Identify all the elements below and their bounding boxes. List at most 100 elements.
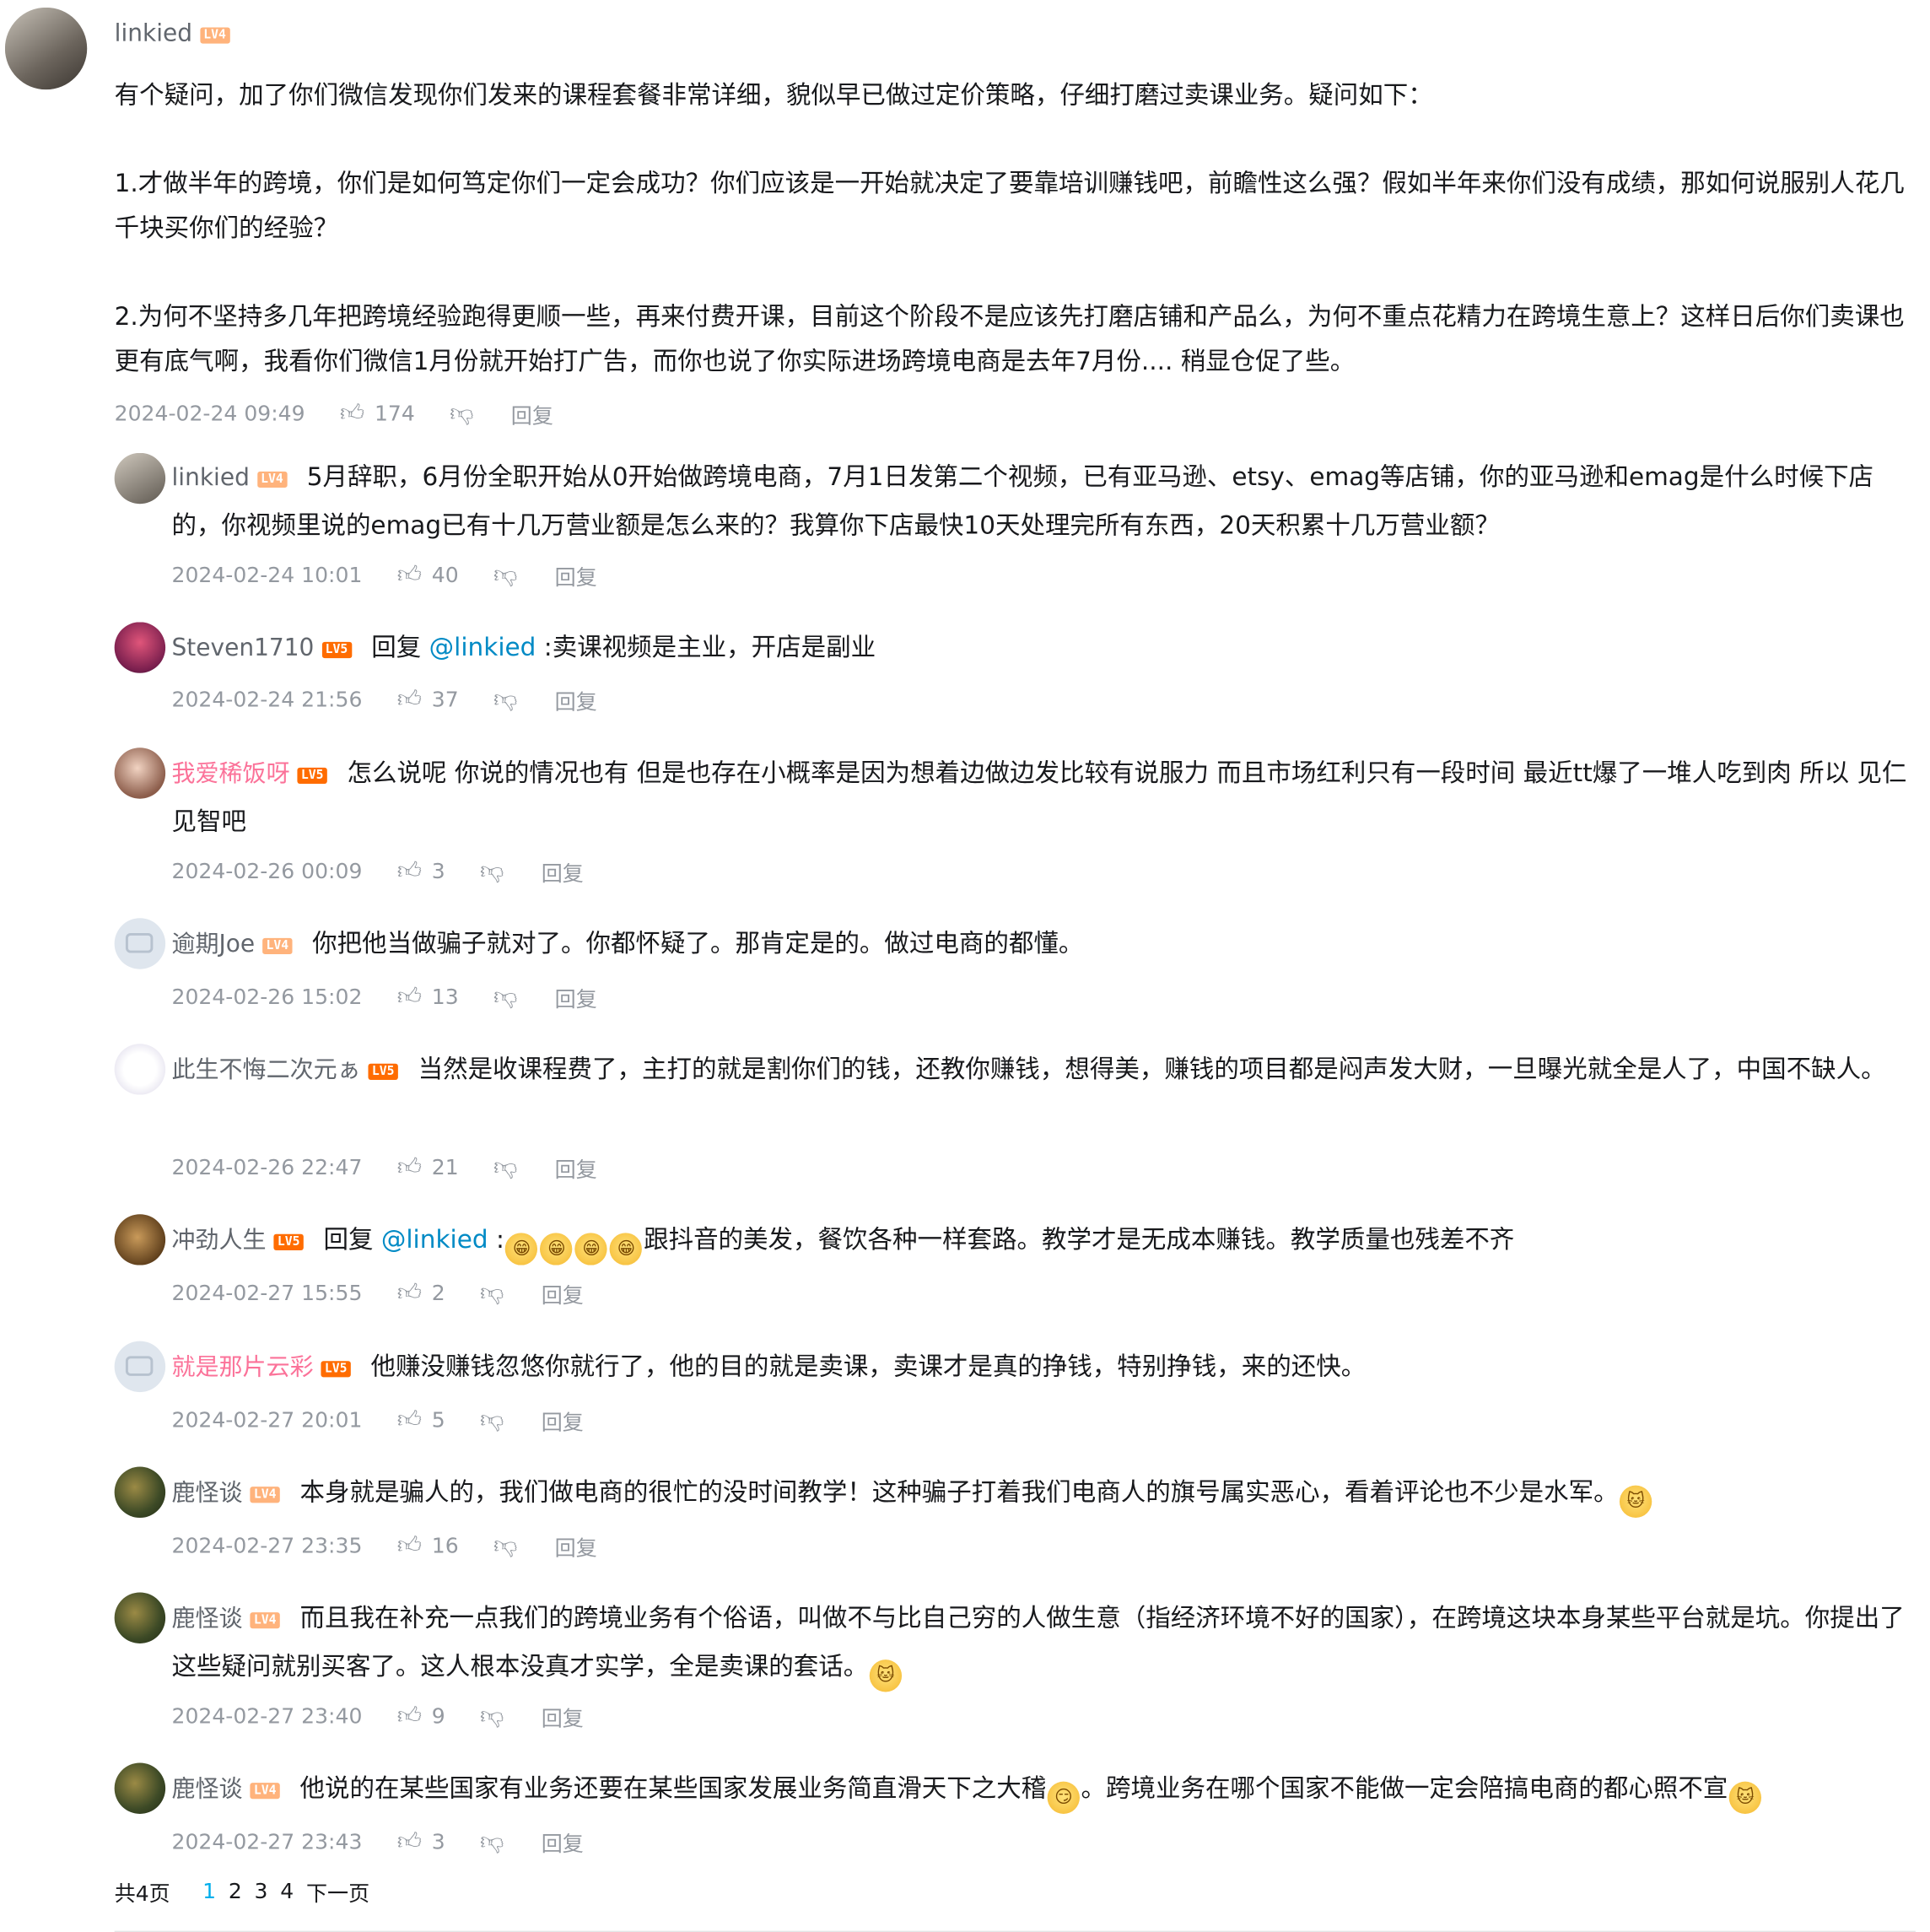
thumbs-down-icon: 👎︎ bbox=[450, 399, 474, 427]
like-count: 9 bbox=[431, 1703, 445, 1729]
avatar[interactable] bbox=[114, 1214, 166, 1266]
timestamp: 2024-02-27 23:40 bbox=[171, 1703, 363, 1729]
like-count: 37 bbox=[431, 687, 459, 713]
next-page-link[interactable]: 下一页 bbox=[306, 1876, 369, 1907]
reply-text: 你把他当做骗子就对了。你都怀疑了。那肯定是的。做过电商的都懂。 bbox=[312, 928, 1084, 958]
reply-button[interactable]: 回复 bbox=[555, 1530, 597, 1561]
reply-button[interactable]: 回复 bbox=[542, 1827, 584, 1857]
reply-text: 。跨境业务在哪个国家不能做一定会陪搞电商的都心照不宣 bbox=[1081, 1773, 1728, 1803]
reply-text: 他说的在某些国家有业务还要在某些国家发展业务简直滑天下之大稽 bbox=[299, 1773, 1047, 1803]
reply-meta: 2024-02-27 23:43 👍︎ 3 👎︎ 回复 bbox=[171, 1827, 584, 1857]
thumbs-down-icon: 👎︎ bbox=[493, 1152, 518, 1181]
reply-item: 逾期Joe LV4 你把他当做骗子就对了。你都怀疑了。那肯定是的。做过电商的都懂。 bbox=[171, 920, 1912, 969]
username[interactable]: 鹿怪谈 LV4 bbox=[171, 1775, 280, 1803]
mention-link[interactable]: @linkied bbox=[429, 632, 536, 661]
reply-meta: 2024-02-24 21:56 👍︎ 37 👎︎ 回复 bbox=[171, 684, 596, 715]
like-count: 16 bbox=[431, 1533, 459, 1558]
username[interactable]: 我爱稀饭呀 LV5 bbox=[171, 760, 327, 787]
like-button[interactable]: 👍︎ 2 bbox=[397, 1279, 445, 1308]
level-badge: LV4 bbox=[250, 1487, 280, 1503]
dislike-button[interactable]: 👎︎ bbox=[480, 1827, 504, 1856]
mention-link[interactable]: @linkied bbox=[381, 1224, 488, 1254]
like-button[interactable]: 👍︎ 174 bbox=[340, 399, 415, 428]
cat-emoji-icon: 🐱 bbox=[869, 1659, 903, 1692]
username[interactable]: 鹿怪谈 LV4 bbox=[171, 1479, 280, 1507]
dislike-button[interactable]: 👎︎ bbox=[493, 1153, 517, 1182]
reply-text: 本身就是骗人的，我们做电商的很忙的没时间教学！这种骗子打着我们电商人的旗号属实恶… bbox=[299, 1476, 1619, 1507]
level-badge: LV5 bbox=[321, 641, 352, 659]
dislike-button[interactable]: 👎︎ bbox=[493, 686, 517, 715]
page-link-3[interactable]: 3 bbox=[255, 1879, 268, 1903]
username-text[interactable]: linkied bbox=[115, 20, 192, 47]
reply-button[interactable]: 回复 bbox=[542, 1405, 584, 1435]
timestamp: 2024-02-26 00:09 bbox=[171, 859, 363, 884]
username[interactable]: 逾期Joe LV4 bbox=[171, 931, 293, 958]
avatar[interactable] bbox=[114, 1592, 166, 1643]
dislike-button[interactable]: 👎︎ bbox=[480, 857, 504, 886]
timestamp: 2024-02-27 15:55 bbox=[171, 1281, 363, 1306]
dislike-button[interactable]: 👎︎ bbox=[450, 399, 473, 428]
reply-button[interactable]: 回复 bbox=[542, 1277, 584, 1309]
avatar[interactable] bbox=[114, 452, 166, 505]
timestamp: 2024-02-27 23:43 bbox=[171, 1829, 363, 1854]
avatar[interactable] bbox=[114, 1341, 166, 1393]
reply-item: 就是那片云彩 LV5 他赚没赚钱忽悠你就行了，他的目的就是卖课，卖课才是真的挣钱，特… bbox=[171, 1342, 1912, 1391]
avatar[interactable] bbox=[114, 747, 166, 799]
cat-emoji-icon: 🐱 bbox=[1620, 1485, 1652, 1519]
thumbs-down-icon: 👎︎ bbox=[493, 982, 518, 1011]
thumbs-down-icon: 👎︎ bbox=[493, 1531, 518, 1559]
like-button[interactable]: 👍︎ 3 bbox=[397, 857, 445, 886]
reply-item: 鹿怪谈 LV4 本身就是骗人的，我们做电商的很忙的没时间教学！这种骗子打着我们电商人… bbox=[171, 1468, 1912, 1519]
thumbs-up-icon: 👍︎ bbox=[396, 561, 422, 589]
username[interactable]: linkied LV4 bbox=[171, 464, 288, 491]
like-button[interactable]: 👍︎ 5 bbox=[397, 1406, 445, 1434]
like-button[interactable]: 👍︎ 37 bbox=[397, 686, 459, 715]
dislike-button[interactable]: 👎︎ bbox=[480, 1279, 504, 1308]
avatar[interactable] bbox=[114, 622, 166, 673]
like-button[interactable]: 👍︎ 21 bbox=[397, 1153, 459, 1182]
reply-prefix: 回复 bbox=[371, 632, 429, 662]
dislike-button[interactable]: 👎︎ bbox=[480, 1406, 504, 1434]
like-button[interactable]: 👍︎ 3 bbox=[397, 1827, 445, 1856]
reply-button[interactable]: 回复 bbox=[555, 684, 597, 715]
cat-emoji-icon: 🐱 bbox=[1728, 1781, 1762, 1814]
username[interactable]: 鹿怪谈 LV4 bbox=[171, 1605, 280, 1632]
thumbs-up-icon: 👍︎ bbox=[339, 399, 365, 427]
like-count: 40 bbox=[431, 563, 459, 588]
reply-button[interactable]: 回复 bbox=[555, 560, 597, 591]
page-link-2[interactable]: 2 bbox=[229, 1879, 242, 1903]
avatar[interactable] bbox=[114, 1762, 166, 1814]
like-button[interactable]: 👍︎ 16 bbox=[397, 1531, 459, 1560]
dislike-button[interactable]: 👎︎ bbox=[493, 983, 517, 1012]
avatar[interactable] bbox=[114, 1044, 166, 1095]
reply-button[interactable]: 回复 bbox=[542, 1701, 584, 1731]
thumbs-down-icon: 👎︎ bbox=[480, 1278, 504, 1307]
page-link-1[interactable]: 1 bbox=[202, 1879, 216, 1903]
username[interactable]: 冲劲人生 LV5 bbox=[171, 1227, 304, 1254]
avatar[interactable] bbox=[4, 7, 88, 90]
reply-button[interactable]: 回复 bbox=[511, 398, 553, 429]
dislike-button[interactable]: 👎︎ bbox=[493, 561, 517, 590]
timestamp: 2024-02-24 09:49 bbox=[114, 401, 305, 427]
username[interactable]: linkied LV4 bbox=[115, 20, 230, 47]
grin-emoji-icon: 😁 bbox=[505, 1233, 538, 1266]
pagination: 共4页 1 2 3 4 下一页 bbox=[115, 1876, 370, 1907]
page-link-4[interactable]: 4 bbox=[280, 1879, 294, 1903]
dislike-button[interactable]: 👎︎ bbox=[480, 1702, 504, 1730]
dislike-button[interactable]: 👎︎ bbox=[493, 1531, 517, 1560]
smirk-emoji-icon: 😏 bbox=[1047, 1781, 1081, 1814]
username[interactable]: Steven1710 LV5 bbox=[171, 634, 352, 661]
username[interactable]: 此生不悔二次元ぁ LV5 bbox=[171, 1056, 398, 1083]
reply-meta: 2024-02-27 20:01 👍︎ 5 👎︎ 回复 bbox=[171, 1405, 584, 1435]
like-button[interactable]: 👍︎ 40 bbox=[397, 561, 459, 590]
reply-button[interactable]: 回复 bbox=[555, 1152, 597, 1183]
like-button[interactable]: 👍︎ 9 bbox=[397, 1702, 445, 1730]
comment-paragraph: 1.才做半年的跨境，你们是如何笃定你们一定会成功？你们应该是一开始就决定了要靠培… bbox=[114, 168, 1905, 243]
like-button[interactable]: 👍︎ 13 bbox=[397, 983, 459, 1012]
avatar[interactable] bbox=[114, 1466, 166, 1519]
avatar[interactable] bbox=[114, 918, 166, 969]
reply-button[interactable]: 回复 bbox=[542, 856, 584, 887]
username[interactable]: 就是那片云彩 LV5 bbox=[171, 1353, 351, 1381]
reply-button[interactable]: 回复 bbox=[555, 981, 597, 1012]
thumbs-up-icon: 👍︎ bbox=[396, 685, 422, 713]
